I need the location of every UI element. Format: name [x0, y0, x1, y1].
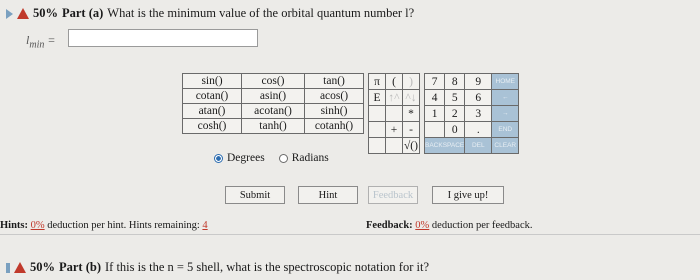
- key-blank-6[interactable]: [385, 137, 403, 154]
- key-sin[interactable]: sin(): [182, 73, 242, 89]
- key-tanh[interactable]: tanh(): [241, 118, 305, 134]
- part-b-question: If this is the n = 5 shell, what is the …: [105, 260, 429, 274]
- part-b-header: 50% Part (b) If this is the n = 5 shell,…: [6, 260, 429, 275]
- radians-radio[interactable]: [278, 153, 288, 163]
- submit-button[interactable]: Submit: [225, 186, 285, 204]
- key-del[interactable]: DEL: [464, 137, 493, 154]
- key-clear[interactable]: CLEAR: [491, 137, 520, 154]
- key-6[interactable]: 6: [464, 89, 493, 106]
- key-power-down[interactable]: ^↓: [402, 89, 420, 106]
- key-acos[interactable]: acos(): [304, 88, 364, 104]
- part-a-label: Part (a): [62, 6, 104, 20]
- key-close-paren[interactable]: ): [402, 73, 420, 90]
- key-backspace[interactable]: BACKSPACE: [423, 137, 466, 154]
- key-minus[interactable]: -: [402, 121, 420, 138]
- key-asin[interactable]: asin(): [241, 88, 305, 104]
- key-blank-3[interactable]: [368, 121, 386, 138]
- key-blank-4[interactable]: [423, 121, 446, 138]
- key-acotan[interactable]: acotan(): [241, 103, 305, 119]
- feedback-deduction-text: deduction per feedback.: [431, 220, 533, 231]
- answer-input[interactable]: [68, 29, 258, 47]
- feedback-info: Feedback: 0% deduction per feedback.: [366, 220, 533, 231]
- key-cos[interactable]: cos(): [241, 73, 305, 89]
- key-e[interactable]: E: [368, 89, 386, 106]
- part-a-percent: 50%: [33, 6, 58, 20]
- answer-subscript: min: [29, 39, 45, 51]
- key-cosh[interactable]: cosh(): [182, 118, 242, 134]
- hints-info: Hints: 0% deduction per hint. Hints rema…: [0, 220, 208, 231]
- hints-label: Hints:: [0, 220, 29, 231]
- key-open-paren[interactable]: (: [385, 73, 403, 90]
- degrees-label: Degrees: [227, 152, 265, 164]
- hint-button[interactable]: Hint: [298, 186, 358, 204]
- divider: [0, 234, 700, 235]
- key-1[interactable]: 1: [423, 105, 446, 122]
- answer-label: lmin =: [26, 33, 55, 50]
- hints-remaining: 4: [202, 220, 208, 231]
- part-a-header: 50% Part (a) What is the minimum value o…: [6, 6, 414, 21]
- feedback-button[interactable]: Feedback: [368, 186, 418, 204]
- key-home[interactable]: HOME: [491, 73, 520, 90]
- expand-arrow-icon[interactable]: [6, 8, 13, 19]
- key-blank-2[interactable]: [385, 105, 403, 122]
- key-cotanh[interactable]: cotanh(): [304, 118, 364, 134]
- function-keypad: sin() cos() tan() cotan() asin() acos() …: [182, 73, 364, 134]
- key-0[interactable]: 0: [444, 121, 466, 138]
- warning-icon: [14, 262, 26, 273]
- feedback-deduction: 0%: [415, 220, 430, 231]
- hint-deduction-text: deduction per hint. Hints remaining:: [47, 220, 200, 231]
- key-sinh[interactable]: sinh(): [304, 103, 364, 119]
- part-b-label: Part (b): [59, 260, 101, 274]
- key-tan[interactable]: tan(): [304, 73, 364, 89]
- answer-equals: =: [47, 33, 56, 47]
- degrees-radio[interactable]: [214, 153, 223, 163]
- key-end[interactable]: END: [491, 121, 520, 138]
- key-4[interactable]: 4: [423, 89, 446, 106]
- hint-deduction: 0%: [30, 220, 45, 231]
- key-plus[interactable]: +: [385, 121, 403, 138]
- key-3[interactable]: 3: [464, 105, 493, 122]
- key-sqrt[interactable]: √(): [402, 137, 420, 154]
- warning-icon: [17, 8, 29, 19]
- key-9[interactable]: 9: [464, 73, 493, 90]
- part-a-question: What is the minimum value of the orbital…: [107, 6, 415, 20]
- key-cotan[interactable]: cotan(): [182, 88, 242, 104]
- expand-arrow-icon[interactable]: [6, 262, 10, 273]
- key-multiply[interactable]: *: [402, 105, 420, 122]
- feedback-label: Feedback:: [366, 220, 413, 231]
- key-left-arrow[interactable]: ←: [491, 89, 520, 106]
- angle-mode-selector: Degrees Radians: [214, 152, 329, 164]
- key-atan[interactable]: atan(): [182, 103, 242, 119]
- give-up-button[interactable]: I give up!: [432, 186, 504, 204]
- number-keypad: π ( ) 7 8 9 HOME E ↑^ ^↓ 4 5 6 ← * 1 2 3…: [368, 73, 520, 154]
- key-blank-1[interactable]: [368, 105, 386, 122]
- part-b-percent: 50%: [30, 260, 55, 274]
- key-right-arrow[interactable]: →: [491, 105, 520, 122]
- key-decimal[interactable]: .: [464, 121, 493, 138]
- key-7[interactable]: 7: [423, 73, 446, 90]
- key-8[interactable]: 8: [444, 73, 466, 90]
- key-2[interactable]: 2: [444, 105, 466, 122]
- key-blank-5[interactable]: [368, 137, 386, 154]
- radians-label: Radians: [291, 152, 329, 164]
- key-pi[interactable]: π: [368, 73, 386, 90]
- key-power-up[interactable]: ↑^: [385, 89, 403, 106]
- key-5[interactable]: 5: [444, 89, 466, 106]
